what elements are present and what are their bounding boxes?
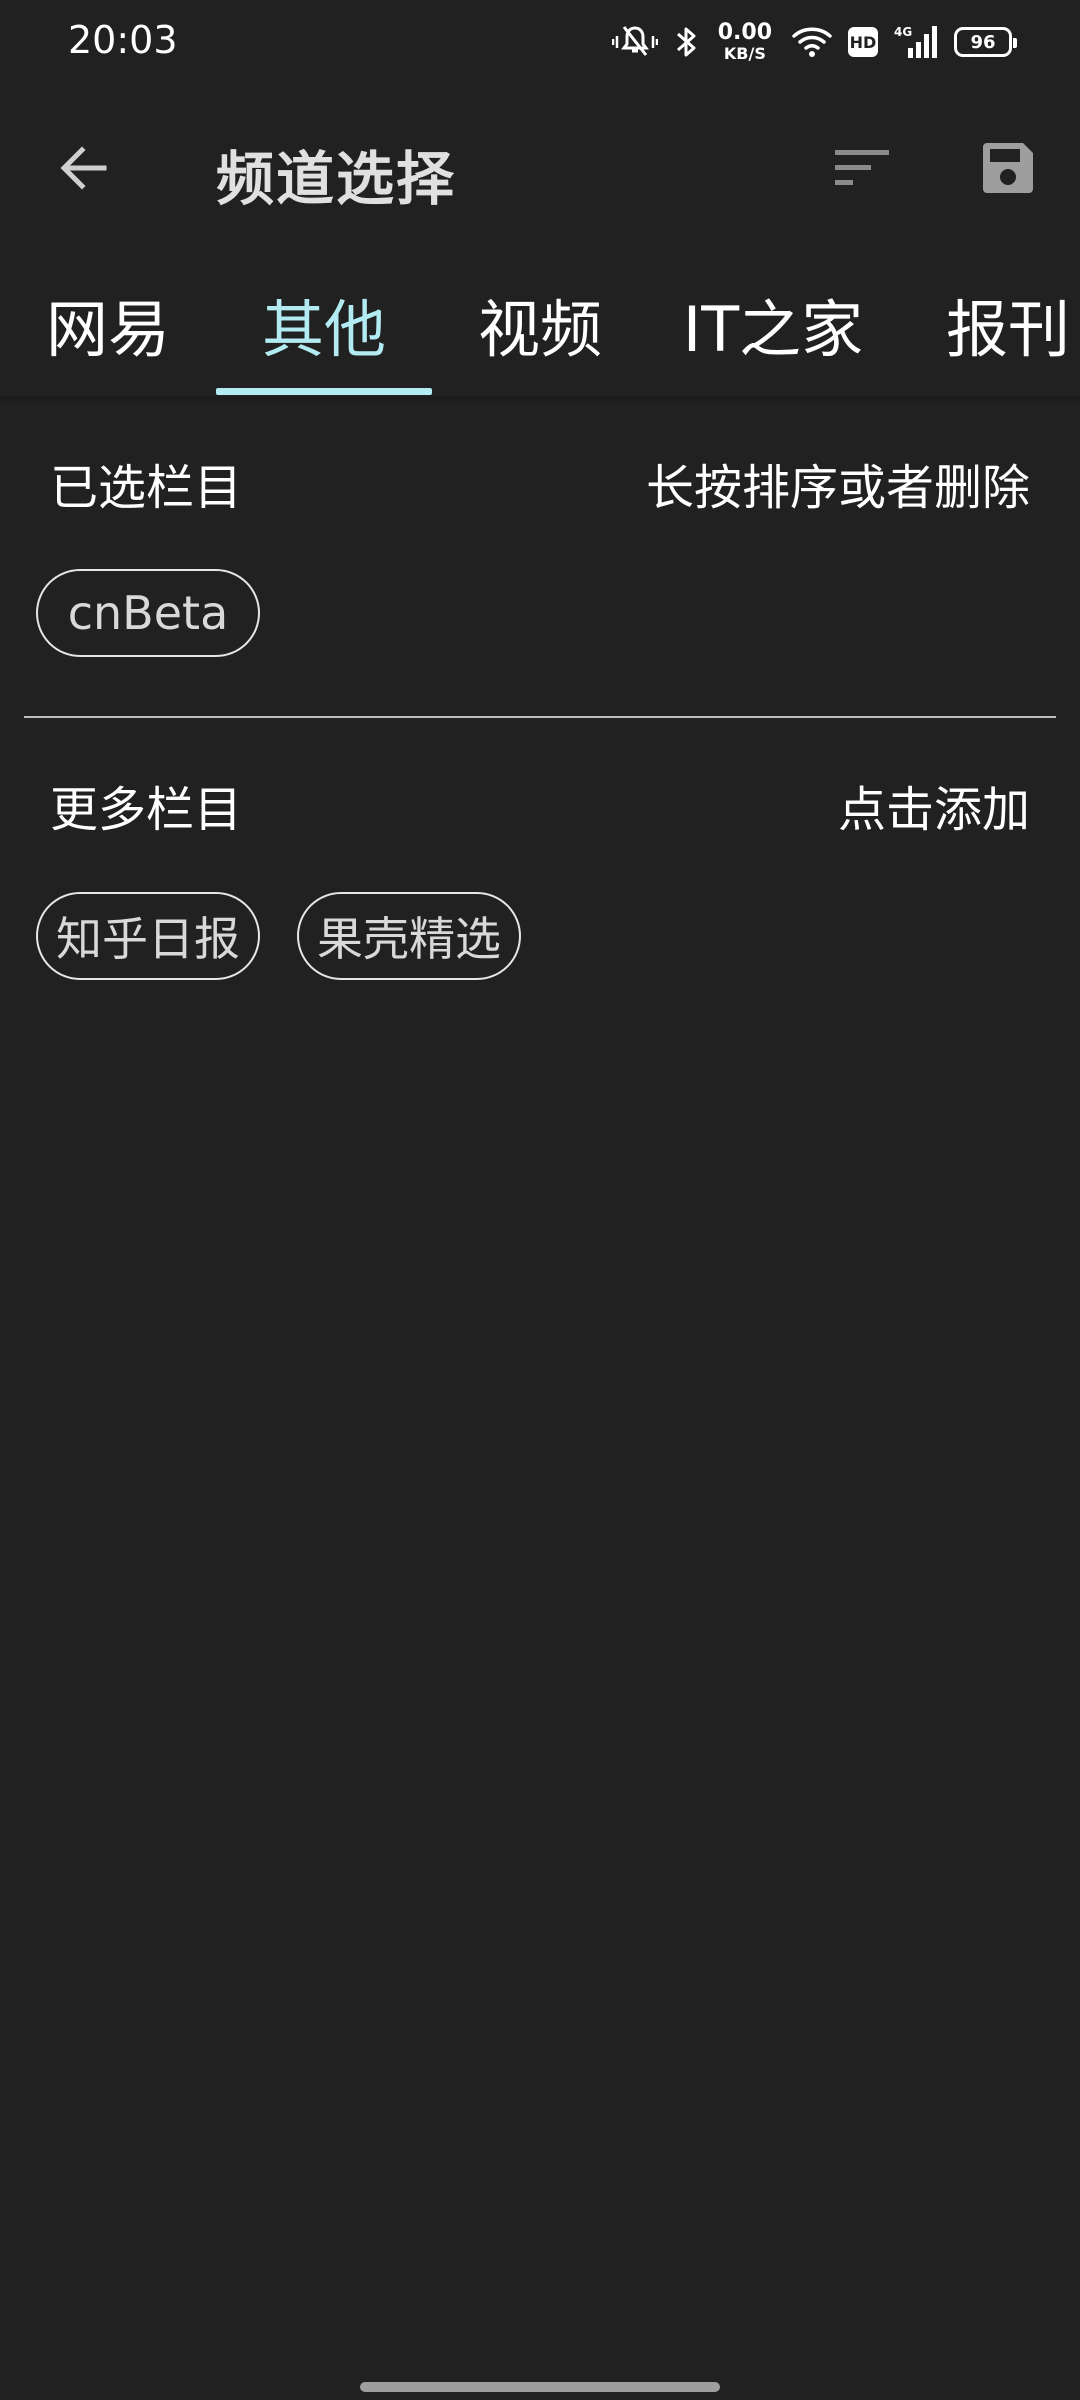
tab-other[interactable]: 其他: [216, 252, 432, 396]
arrow-back-icon: [60, 146, 107, 190]
selected-chip-cnbeta[interactable]: cnBeta: [36, 569, 260, 657]
bluetooth-icon: [674, 24, 698, 60]
app-bar: 频道选择: [0, 84, 1080, 252]
back-button[interactable]: [40, 124, 128, 212]
network-type-label: 4G: [894, 25, 912, 39]
status-time: 20:03: [68, 18, 178, 62]
mute-vibrate-icon: [611, 24, 658, 60]
status-icons: 0.00 KB/S HD 4G 96: [611, 20, 1017, 64]
tab-video[interactable]: 视频: [432, 252, 648, 396]
section-divider: [24, 716, 1056, 718]
battery-icon: 96: [954, 27, 1017, 57]
more-section-hint: 点击添加: [837, 782, 1030, 838]
channel-tabs: 网易 其他 视频 IT之家 报刊: [0, 252, 1080, 396]
save-button[interactable]: [964, 124, 1052, 212]
net-speed-unit: KB/S: [723, 44, 766, 63]
home-indicator[interactable]: [360, 2382, 720, 2392]
selected-section-header: 已选栏目 长按排序或者删除: [0, 438, 1080, 518]
tab-indicator: [216, 388, 432, 395]
sort-button[interactable]: [818, 124, 906, 212]
status-bar: 20:03 0.00 KB/S HD 4G 96: [0, 0, 1080, 84]
tab-netease[interactable]: 网易: [0, 252, 216, 396]
tabs-shadow: [0, 396, 1080, 406]
more-chip-guokr-select[interactable]: 果壳精选: [297, 892, 521, 980]
battery-level: 96: [970, 31, 996, 53]
selected-section-hint: 长按排序或者删除: [645, 460, 1030, 516]
selected-section-title: 已选栏目: [50, 460, 243, 516]
save-icon: [983, 143, 1033, 193]
channel-select-screen: 20:03 0.00 KB/S HD 4G 96 频道选择 网易 其他 视频 I…: [0, 0, 1080, 2400]
tab-newspaper[interactable]: 报刊: [900, 252, 1080, 396]
more-section-header: 更多栏目 点击添加: [0, 760, 1080, 840]
tab-ithome[interactable]: IT之家: [668, 252, 878, 396]
more-section-title: 更多栏目: [50, 782, 243, 838]
net-speed: 0.00 KB/S: [718, 22, 772, 62]
net-speed-value: 0.00: [717, 20, 772, 45]
page-title: 频道选择: [216, 145, 457, 213]
hd-icon: HD: [848, 27, 878, 57]
wifi-icon: [792, 25, 832, 59]
signal-icon: 4G: [894, 24, 938, 60]
more-chip-zhihu-daily[interactable]: 知乎日报: [36, 892, 260, 980]
sort-icon: [835, 150, 889, 185]
